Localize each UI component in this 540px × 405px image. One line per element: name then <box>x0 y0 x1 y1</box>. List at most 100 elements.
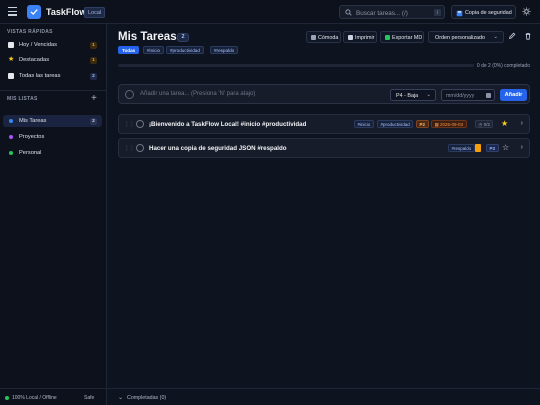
sidebar-item-label: Proyectos <box>19 134 45 140</box>
count-badge: 1 <box>90 56 97 64</box>
count-badge: 2 <box>90 72 97 80</box>
list-color-dot <box>9 119 13 123</box>
edit-icon[interactable] <box>508 32 516 40</box>
drag-handle-icon[interactable]: ⋮⋮ <box>124 145 135 152</box>
local-badge: Local <box>84 7 106 18</box>
sidebar-item-label: Destacadas <box>19 57 50 63</box>
backup-label: Copia de seguridad <box>465 9 512 16</box>
chevron-down-icon: ⌄ <box>426 92 431 98</box>
tag-filter-respaldo[interactable]: #respaldo <box>210 46 239 54</box>
print-icon <box>348 35 353 40</box>
subtask-count: 0/2 <box>483 122 490 127</box>
trash-icon[interactable] <box>524 32 532 40</box>
search-icon <box>345 9 352 16</box>
star-icon: ★ <box>8 56 15 63</box>
task-title[interactable]: Hacer una copia de seguridad JSON #respa… <box>149 145 287 152</box>
star-icon[interactable]: ★ <box>501 119 508 128</box>
note-icon <box>475 144 481 152</box>
export-icon <box>385 35 390 40</box>
chevron-right-icon[interactable]: › <box>521 144 523 151</box>
add-task-row: Añadir una tarea... (Presiona 'N' para a… <box>118 84 530 104</box>
task-title[interactable]: ¡Bienvenido a TaskFlow Local! #inicio #p… <box>149 121 306 128</box>
due-date-input[interactable]: mm/dd/yyyy <box>441 89 495 101</box>
chevron-down-icon: ⌄ <box>493 34 498 40</box>
check-icon <box>30 9 38 16</box>
due-date-text: 2026-09-03 <box>440 122 464 127</box>
app-logo <box>27 5 41 19</box>
priority-label: P4 - Baja <box>396 92 419 99</box>
count-badge: 1 <box>90 41 97 49</box>
star-outline-icon[interactable]: ☆ <box>502 143 509 152</box>
menu-icon[interactable] <box>8 7 17 16</box>
chevron-down-icon: ⌄ <box>118 394 124 401</box>
progress-bar <box>118 64 474 67</box>
lists-title: MIS LISTAS <box>7 96 38 102</box>
priority-select[interactable]: P4 - Baja ⌄ <box>390 89 436 101</box>
task-tag[interactable]: #respaldo <box>448 144 475 152</box>
density-button[interactable]: Cómoda <box>306 31 341 43</box>
task-tag[interactable]: #inicio <box>354 120 374 128</box>
backup-button[interactable]: Copia de seguridad <box>451 5 516 19</box>
progress-text: 0 de 2 (0%) completado <box>476 62 530 69</box>
save-icon <box>456 10 463 16</box>
sidebar-item-label: Mis Tareas <box>19 118 47 124</box>
sidebar-item-label: Personal <box>19 150 42 156</box>
sidebar-divider <box>0 90 107 91</box>
subtask-badge: ◷ 0/2 <box>475 120 494 128</box>
sidebar-item-label: Todas las tareas <box>19 73 61 79</box>
sidebar-item-label: Hoy / Vencidas <box>19 42 57 48</box>
add-task-circle-icon <box>125 90 134 99</box>
completed-section[interactable]: ⌄ Completadas (0) <box>107 388 540 405</box>
search-shortcut-key: / <box>434 9 441 16</box>
density-label: Cómoda <box>318 34 339 41</box>
search-input[interactable]: Buscar tareas... (/) / <box>339 5 445 19</box>
task-row[interactable]: ⋮⋮ Hacer una copia de seguridad JSON #re… <box>118 138 530 158</box>
offline-status: 100% Local / Offline <box>12 395 57 401</box>
tag-filter-inicio[interactable]: #inicio <box>143 46 165 54</box>
task-tag[interactable]: #productividad <box>377 120 414 128</box>
sidebar-item-starred[interactable]: ★ Destacadas 1 <box>3 54 102 66</box>
completed-label[interactable]: Completadas (0) <box>127 395 166 401</box>
tag-filter-productividad[interactable]: #productividad <box>166 46 204 54</box>
print-button[interactable]: Imprimir <box>343 31 377 43</box>
add-task-button[interactable]: Añadir <box>500 89 527 101</box>
calendar-icon <box>8 42 14 48</box>
sort-label: Orden personalizado <box>435 34 486 41</box>
online-status-dot <box>5 396 9 400</box>
list-color-dot <box>9 151 13 155</box>
task-checkbox[interactable] <box>136 120 144 128</box>
sidebar-item-today[interactable]: Hoy / Vencidas 1 <box>3 39 102 51</box>
quick-views-title: VISTAS RÁPIDAS <box>7 29 53 35</box>
sort-select[interactable]: Orden personalizado ⌄ <box>428 31 504 43</box>
sidebar-footer: 100% Local / Offline Safe <box>0 388 107 405</box>
priority-badge: P2 <box>416 120 429 128</box>
page-title: Mis Tareas <box>118 31 177 43</box>
date-placeholder: mm/dd/yyyy <box>446 92 475 99</box>
add-task-input[interactable]: Añadir una tarea... (Presiona 'N' para a… <box>140 91 255 97</box>
due-date-badge: ▦ 2026-09-03 <box>431 120 467 128</box>
count-badge: 2 <box>90 117 97 125</box>
task-row[interactable]: ⋮⋮ ¡Bienvenido a TaskFlow Local! #inicio… <box>118 114 530 134</box>
sidebar-item-all-tasks[interactable]: Todas las tareas 2 <box>3 70 102 82</box>
print-label: Imprimir <box>355 34 375 41</box>
sidebar-item-mis-tareas[interactable]: Mis Tareas 2 <box>3 115 102 127</box>
add-list-button[interactable]: + <box>91 94 97 104</box>
main-panel: Mis Tareas 2 Cómoda Imprimir Exportar MD… <box>107 24 540 405</box>
clipboard-icon <box>8 73 14 79</box>
search-placeholder: Buscar tareas... (/) <box>356 9 408 17</box>
app-name: TaskFlow <box>46 7 87 17</box>
sun-icon[interactable] <box>522 7 531 16</box>
calendar-icon[interactable] <box>486 93 491 98</box>
task-count-badge: 2 <box>177 33 189 42</box>
sidebar-item-proyectos[interactable]: Proyectos <box>3 131 102 143</box>
tag-filter-all[interactable]: Todas <box>118 46 140 54</box>
density-icon <box>311 35 316 40</box>
export-button[interactable]: Exportar MD <box>380 31 424 43</box>
safe-label: Safe <box>84 395 95 401</box>
chevron-right-icon[interactable]: › <box>521 120 523 127</box>
task-checkbox[interactable] <box>136 144 144 152</box>
sidebar: VISTAS RÁPIDAS Hoy / Vencidas 1 ★ Destac… <box>0 24 107 405</box>
sidebar-item-personal[interactable]: Personal <box>3 147 102 159</box>
drag-handle-icon[interactable]: ⋮⋮ <box>124 121 135 128</box>
list-color-dot <box>9 135 13 139</box>
